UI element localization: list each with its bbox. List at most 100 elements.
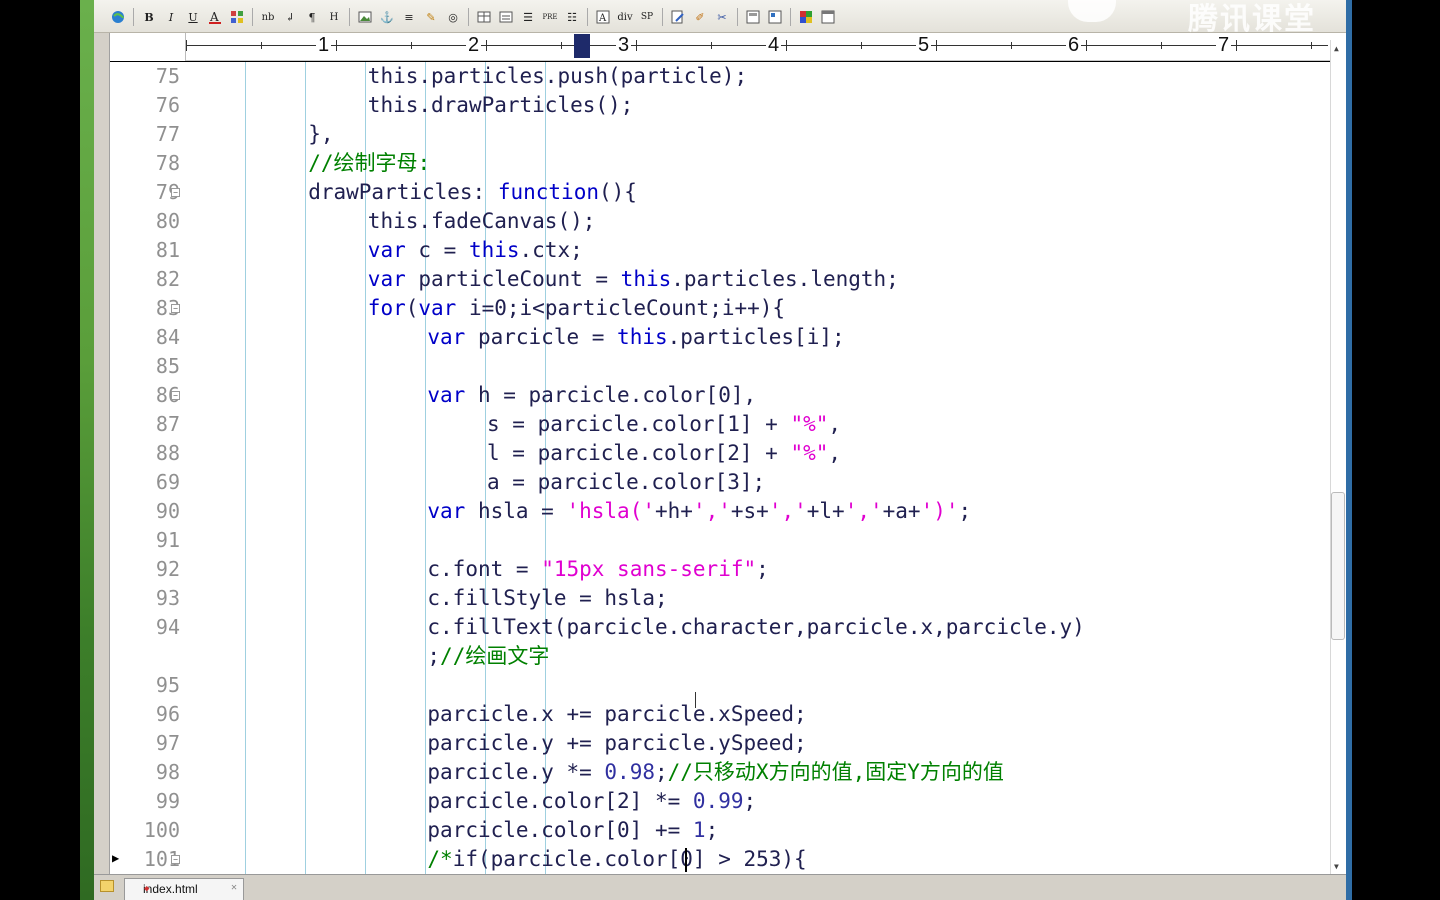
code-token: .particles.length; [671, 267, 899, 291]
code-token: this.drawParticles(); [367, 93, 634, 117]
code-token: var [418, 296, 457, 320]
code-text: var parcicle = this.particles[i]; [427, 323, 844, 352]
code-token: , [828, 412, 842, 436]
color-picker-icon[interactable] [796, 7, 816, 27]
code-line: 93 c.fillStyle = hsla; [110, 584, 1330, 613]
code-token: "%" [790, 412, 829, 436]
div-button[interactable]: div [615, 7, 635, 27]
folder-icon[interactable] [100, 880, 114, 892]
brush-icon[interactable]: ✐ [690, 7, 710, 27]
line-number: 96 [155, 702, 180, 726]
desktop-left-margin [0, 0, 80, 900]
ruler-tick [936, 40, 937, 51]
code-token: /* [427, 847, 453, 871]
code-token: this.particles.push(particle); [367, 64, 748, 88]
code-text: ;//绘画文字 [427, 642, 549, 671]
image-icon[interactable] [355, 7, 375, 27]
code-token: +s+ [730, 499, 769, 523]
paragraph-icon[interactable]: ¶ [302, 7, 322, 27]
pre-button[interactable]: PRE [540, 7, 560, 27]
code-text: drawParticles: function(){ [308, 178, 637, 207]
line-number: 85 [155, 354, 180, 378]
scrollbar-thumb[interactable] [1331, 492, 1345, 640]
anchor-icon[interactable]: ⚓ [377, 7, 397, 27]
code-token: this.fadeCanvas(); [367, 209, 596, 233]
globe-icon[interactable] [108, 7, 128, 27]
code-line: 88 l = parcicle.color[2] + "%", [110, 439, 1330, 468]
line-number: 95 [155, 673, 180, 697]
tab-index-html[interactable]: index.html [124, 878, 244, 900]
code-line: 97 parcicle.y += parcicle.ySpeed; [110, 729, 1330, 758]
code-token: "15px sans-serif" [541, 557, 757, 581]
code-text: c.fillText(parcicle.character,parcicle.x… [427, 613, 1084, 642]
code-line: 96 parcicle.x += parcicle.xSpeed; [110, 700, 1330, 729]
code-token: h = parcicle.color[0], [465, 383, 757, 407]
ruler-half-tick [411, 42, 412, 49]
ruler-column-marker[interactable] [574, 34, 590, 58]
scissors-icon[interactable]: ✂ [712, 7, 732, 27]
font-icon[interactable]: A [593, 7, 613, 27]
code-token: this [617, 325, 668, 349]
ruler-tick [1086, 40, 1087, 51]
ruler-number: 5 [916, 34, 932, 57]
spell-icon[interactable]: ◎ [443, 7, 463, 27]
code-token: //只移动X方向的值,固定Y方向的值 [667, 760, 1004, 784]
form-icon[interactable] [496, 7, 516, 27]
tab-close-icon[interactable]: ✕ [231, 882, 237, 893]
code-token: ')' [920, 499, 959, 523]
edit-icon[interactable] [668, 7, 688, 27]
marker-icon[interactable]: ✎ [421, 7, 441, 27]
ruler-number: 2 [466, 34, 482, 57]
code-editor[interactable]: 75 this.particles.push(particle); 76 this.d… [110, 62, 1330, 874]
ruler-tick [186, 40, 187, 51]
italic-button[interactable]: I [161, 7, 181, 27]
code-text: c.font = "15px sans-serif"; [427, 555, 768, 584]
code-text: for(var i=0;i<particleCount;i++){ [368, 294, 785, 323]
nbsp-button[interactable]: nb [258, 7, 278, 27]
window-icon[interactable] [818, 7, 838, 27]
code-line: 69 a = parcicle.color[3]; [110, 468, 1330, 497]
code-token: c.fillText(parcicle.character,parcicle.x… [427, 615, 1085, 639]
bold-button[interactable]: B [139, 7, 159, 27]
table-color-icon[interactable] [227, 7, 247, 27]
ruler-tick [636, 40, 637, 51]
fold-toggle-icon[interactable]: − [171, 188, 180, 197]
span-button[interactable]: SP [637, 7, 657, 27]
line-number: 87 [155, 412, 180, 436]
formatting-toolbar: B I U A nb ↲ ¶ H ⚓ ≡ ✎ ◎ ☰ PRE ☷ A div S… [94, 0, 1346, 37]
scroll-down-arrow-icon[interactable]: ▼ [1334, 862, 1339, 871]
ruler-number: 4 [766, 34, 782, 57]
toolbar-separator [790, 8, 791, 26]
code-text: a = parcicle.color[3]; [487, 468, 765, 497]
code-token: var [427, 325, 466, 349]
frame-icon[interactable] [743, 7, 763, 27]
code-line: 91 [110, 526, 1330, 555]
code-line: 78 //绘制字母: [110, 149, 1330, 178]
grid-icon[interactable] [765, 7, 785, 27]
fold-toggle-icon[interactable]: − [171, 391, 180, 400]
list-icon[interactable]: ☷ [562, 7, 582, 27]
code-token: function [497, 180, 599, 204]
code-token: if(parcicle.color[0] > 253){ [452, 847, 807, 871]
heading-button[interactable]: H [324, 7, 344, 27]
code-token: parcicle.color[0] += [427, 818, 693, 842]
code-text: /*if(parcicle.color[0] > 253){ [427, 845, 806, 874]
underline-button[interactable]: U [183, 7, 203, 27]
ruler-number: 1 [316, 34, 332, 57]
code-token: +a+ [882, 499, 921, 523]
line-break-icon[interactable]: ↲ [280, 7, 300, 27]
align-icon[interactable]: ☰ [518, 7, 538, 27]
code-token: var [427, 383, 466, 407]
ruler-tick [336, 40, 337, 51]
fold-toggle-icon[interactable]: − [171, 304, 180, 313]
code-line: 84 var parcicle = this.particles[i]; [110, 323, 1330, 352]
table-icon[interactable] [474, 7, 494, 27]
scroll-up-arrow-icon[interactable]: ▲ [1334, 44, 1339, 53]
code-line: 85 [110, 352, 1330, 381]
fold-toggle-icon[interactable]: − [171, 855, 180, 864]
vertical-scrollbar[interactable] [1330, 40, 1346, 874]
hr-icon[interactable]: ≡ [399, 7, 419, 27]
code-line: 76 this.drawParticles(); [110, 91, 1330, 120]
code-token: +l+ [806, 499, 845, 523]
font-color-icon[interactable]: A [205, 7, 225, 27]
